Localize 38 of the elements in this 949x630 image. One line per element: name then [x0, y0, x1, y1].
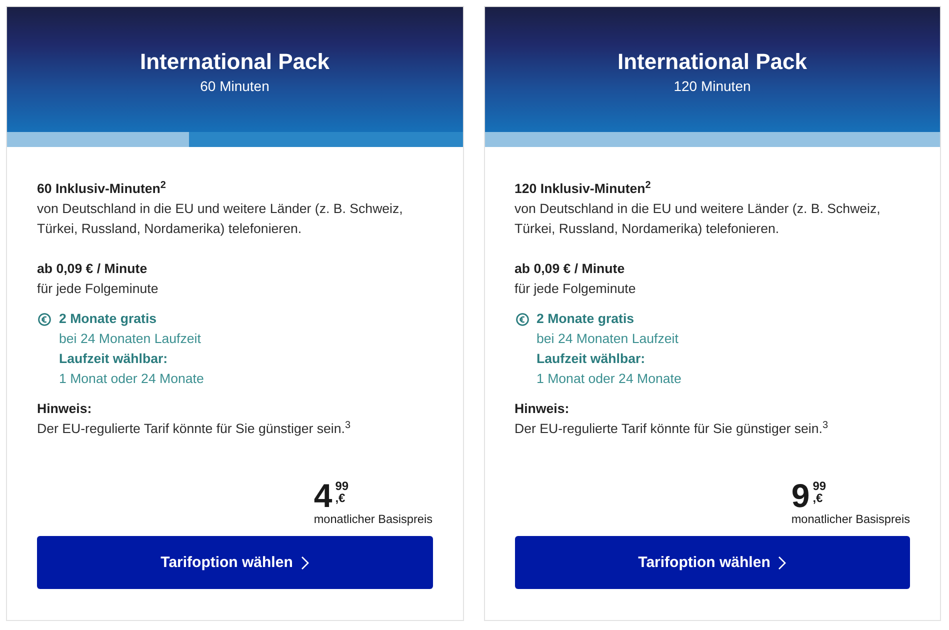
euro-icon: [38, 313, 51, 326]
rate-description: für jede Folgeminute: [514, 280, 637, 298]
price-caption: monatlicher Basispreis: [314, 512, 432, 526]
price-currency: ,€: [812, 492, 824, 504]
offer-description: bei 24 Monaten Laufzeit: [536, 330, 680, 348]
term-heading: Laufzeit wählbar:: [59, 350, 169, 368]
offer-heading: 2 Monate gratis: [59, 310, 158, 328]
chevron-right-icon: [300, 556, 309, 570]
rate-heading: ab 0,09 € / Minute: [514, 260, 626, 278]
card-subtitle: 120 Minuten: [674, 77, 751, 96]
price-currency: ,€: [335, 492, 346, 504]
select-tariff-button[interactable]: Tarifoption wählen: [514, 536, 910, 589]
card-title: International Pack: [140, 48, 330, 76]
card-subtitle: 60 Minuten: [200, 77, 270, 96]
chevron-right-icon: [778, 556, 786, 570]
notice-text: Der EU-regulierte Tarif könnte für Sie günstiger sein.$^{3}$: [514, 419, 829, 438]
notice-text: Der EU-regulierte Tarif könnte für Sie günstiger sein.$^{3}$: [37, 419, 352, 438]
minutes-description: von Deutschland in die EU und weitere Länder (z. B. Schweiz, Türkei, Russland, Nordamerika) telefonieren.: [37, 200, 404, 238]
minutes-heading: 60 Inklusiv-Minuten$^{2}$: [37, 179, 167, 198]
price-decimals: 99: [812, 480, 826, 492]
select-tariff-button[interactable]: Tarifoption wählen: [37, 536, 432, 589]
price-decimals: 99: [335, 480, 349, 492]
notice-heading: Hinweis:: [514, 400, 570, 418]
minutes-description: von Deutschland in die EU und weitere Länder (z. B. Schweiz, Türkei, Russland, Nordamerika) telefonieren.: [514, 200, 882, 238]
term-heading: Laufzeit wählbar:: [536, 350, 646, 368]
minutes-heading: 120 Inklusiv-Minuten$^{2}$: [514, 179, 652, 198]
term-description: 1 Monat oder 24 Monate: [59, 370, 205, 388]
rate-heading: ab 0,09 € / Minute: [37, 260, 148, 278]
offer-heading: 2 Monate gratis: [536, 310, 636, 328]
offer-description: bei 24 Monaten Laufzeit: [59, 330, 202, 348]
price-integer: 4: [314, 479, 332, 512]
price-integer: 9: [791, 479, 810, 512]
price-caption: monatlicher Basispreis: [791, 512, 910, 526]
rate-description: für jede Folgeminute: [37, 280, 160, 298]
card-title: International Pack: [617, 48, 807, 76]
notice-heading: Hinweis:: [37, 400, 93, 418]
term-description: 1 Monat oder 24 Monate: [536, 370, 682, 388]
euro-icon: [516, 313, 528, 326]
